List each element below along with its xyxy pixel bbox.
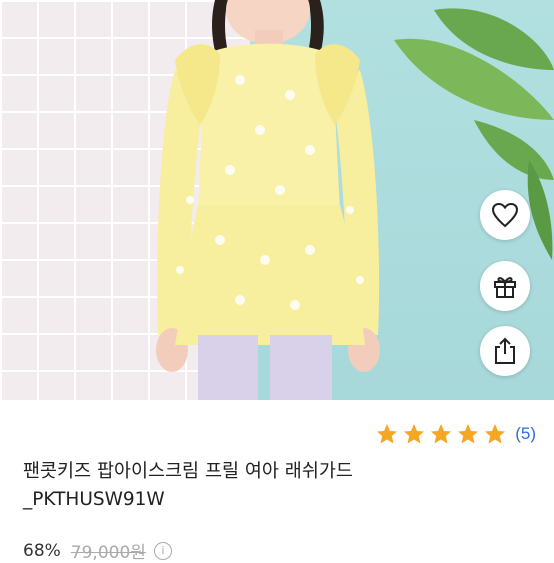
discount-rate: 68% xyxy=(23,540,61,561)
star-icon xyxy=(404,424,425,444)
price-row: 68% 79,000원 i xyxy=(23,538,172,563)
heart-icon xyxy=(491,202,519,228)
star-rating xyxy=(375,422,507,446)
review-count-link[interactable]: (5) xyxy=(515,424,536,444)
product-title-line1: 팬콧키즈 팝아이스크림 프릴 여아 래쉬가드 xyxy=(23,461,353,482)
share-icon xyxy=(495,337,515,364)
child-model xyxy=(156,0,380,400)
product-photo[interactable] xyxy=(0,0,554,400)
star-icon xyxy=(485,424,506,444)
wishlist-button[interactable] xyxy=(480,190,530,240)
product-title: 팬콧키즈 팝아이스크림 프릴 여아 래쉬가드 _PKTHUSW91W xyxy=(23,458,523,514)
info-icon[interactable]: i xyxy=(153,541,172,560)
star-icon xyxy=(458,424,479,444)
gift-button[interactable] xyxy=(480,261,530,311)
product-code: _PKTHUSW91W xyxy=(23,489,165,510)
star-icon xyxy=(431,424,452,444)
rating[interactable]: (5) xyxy=(375,422,536,446)
star-icon xyxy=(377,424,398,444)
share-button[interactable] xyxy=(480,326,530,376)
original-price: 79,000원 xyxy=(70,543,146,563)
gift-icon xyxy=(494,277,516,298)
